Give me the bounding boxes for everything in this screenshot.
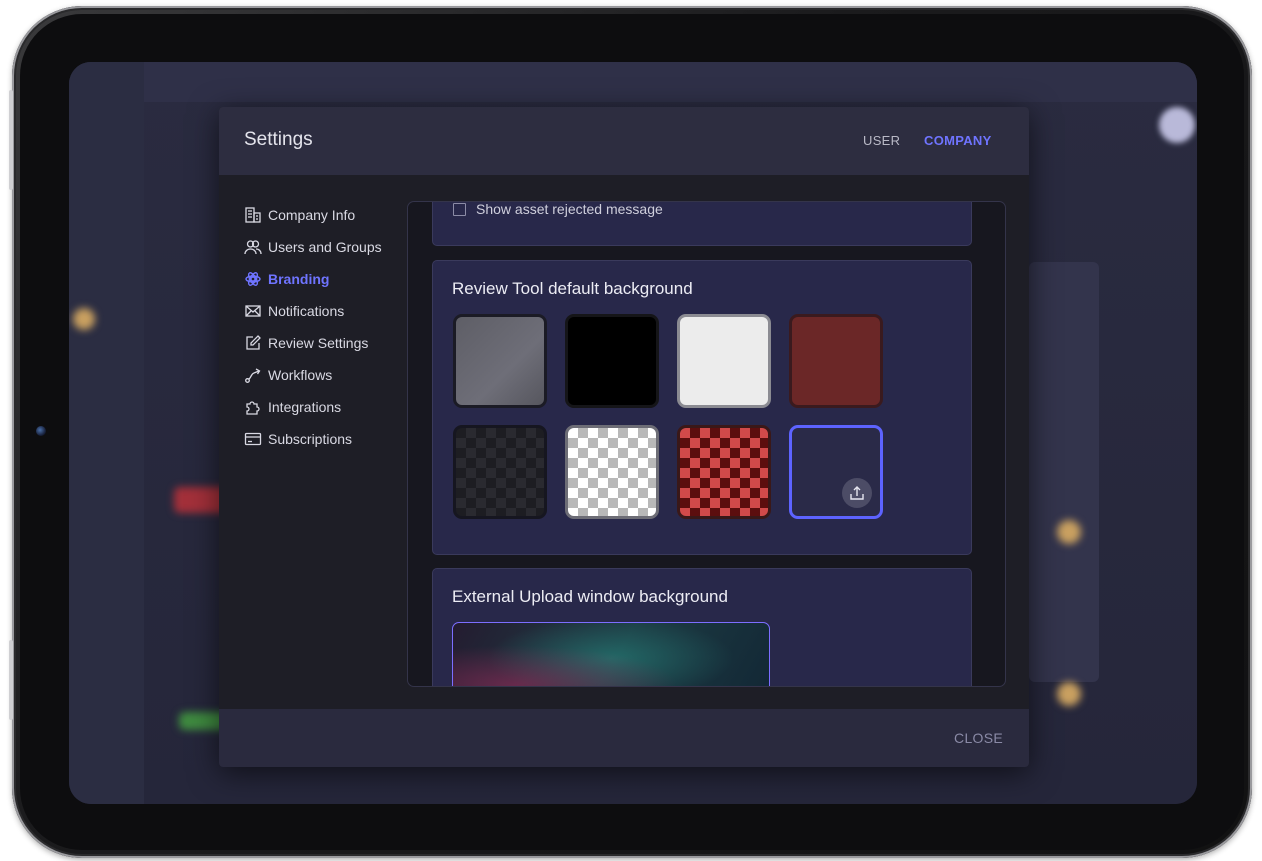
swatch-custom-upload[interactable] <box>789 425 883 519</box>
sidebar-item-label: Workflows <box>268 367 333 383</box>
show-asset-rejected-checkbox[interactable] <box>453 202 466 216</box>
sidebar-item-label: Integrations <box>268 399 342 415</box>
puzzle-icon <box>246 401 260 415</box>
users-icon <box>244 240 262 255</box>
volume-button <box>9 90 13 190</box>
front-camera <box>36 426 46 436</box>
sidebar-item-workflows[interactable]: Workflows <box>244 359 404 391</box>
sidebar-item-company-info[interactable]: Company Info <box>244 199 404 231</box>
swatch-white-checker[interactable] <box>565 425 659 519</box>
external-upload-background-title: External Upload window background <box>452 587 728 606</box>
background-sidebar <box>69 62 144 804</box>
sidebar-item-label: Users and Groups <box>268 239 382 255</box>
sidebar-item-review-settings[interactable]: Review Settings <box>244 327 404 359</box>
review-tool-background-card: Review Tool default background <box>432 260 972 555</box>
background-dot <box>1057 682 1081 706</box>
sidebar-item-label: Notifications <box>268 303 345 319</box>
external-upload-background-preview[interactable] <box>452 622 770 686</box>
modal-title: Settings <box>244 129 313 150</box>
sidebar-item-integrations[interactable]: Integrations <box>244 391 404 423</box>
envelope-icon <box>245 305 261 317</box>
show-asset-rejected-checkbox-row[interactable]: Show asset rejected message <box>453 201 663 217</box>
swatch-red-checker[interactable] <box>677 425 771 519</box>
background-avatar <box>1159 107 1195 143</box>
review-tool-background-title: Review Tool default background <box>452 279 693 298</box>
background-dot <box>73 308 95 330</box>
external-upload-background-card: External Upload window background <box>432 568 972 686</box>
sidebar-item-notifications[interactable]: Notifications <box>244 295 404 327</box>
background-panel-right <box>1029 262 1099 682</box>
swatch-dark-red[interactable] <box>789 314 883 408</box>
swatch-dark-checker[interactable] <box>453 425 547 519</box>
card-icon <box>244 432 262 446</box>
sidebar-item-label: Review Settings <box>268 335 369 351</box>
checkbox-label: Show asset rejected message <box>476 201 663 217</box>
close-button[interactable]: CLOSE <box>954 730 1003 746</box>
modal-footer: CLOSE <box>219 709 1029 767</box>
swatch-gray[interactable] <box>453 314 547 408</box>
tab-user[interactable]: USER <box>863 133 900 148</box>
branding-icon <box>245 272 261 286</box>
swatch-black[interactable] <box>565 314 659 408</box>
side-button <box>9 640 13 720</box>
sidebar-item-label: Company Info <box>268 207 356 223</box>
settings-modal: Settings USER COMPANY Company Info Users… <box>219 107 1029 767</box>
building-icon <box>245 207 261 223</box>
settings-sidebar: Company Info Users and Groups Branding N… <box>244 199 404 455</box>
sidebar-item-label: Subscriptions <box>268 431 353 447</box>
upload-button[interactable] <box>842 478 872 508</box>
rejected-message-card: Show asset rejected message <box>432 201 972 246</box>
sidebar-item-users-and-groups[interactable]: Users and Groups <box>244 231 404 263</box>
upload-icon <box>850 486 864 500</box>
sidebar-item-subscriptions[interactable]: Subscriptions <box>244 423 404 455</box>
sidebar-item-label: Branding <box>268 271 330 287</box>
sidebar-item-branding[interactable]: Branding <box>244 263 404 295</box>
background-dot <box>1057 520 1081 544</box>
modal-header: Settings USER COMPANY <box>219 107 1029 175</box>
screen: Settings USER COMPANY Company Info Users… <box>69 62 1197 804</box>
swatch-white[interactable] <box>677 314 771 408</box>
tab-company[interactable]: COMPANY <box>924 133 992 148</box>
workflow-icon <box>245 368 261 383</box>
background-header <box>144 62 1197 102</box>
branding-content-panel[interactable]: Show asset rejected message Review Tool … <box>407 201 1006 687</box>
edit-icon <box>246 335 261 350</box>
